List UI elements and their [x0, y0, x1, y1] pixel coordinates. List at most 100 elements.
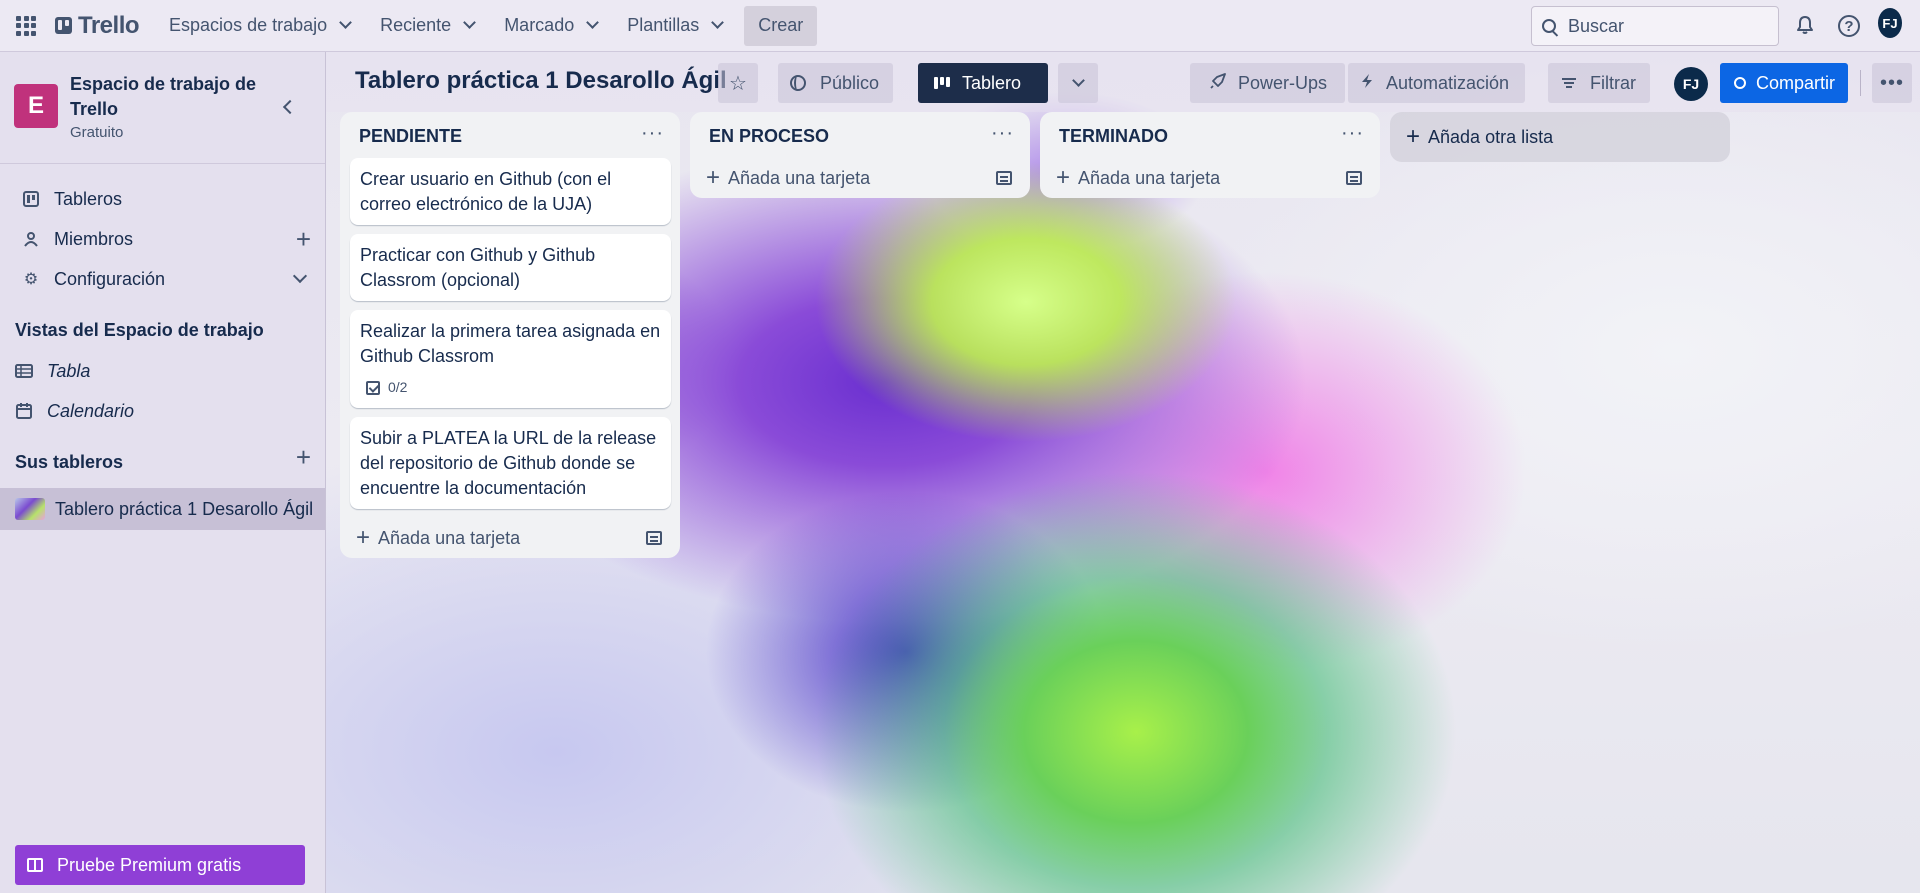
workspace-views-heading: Vistas del Espacio de trabajo — [15, 320, 264, 340]
sidebar-board-label: Tablero práctica 1 Desarollo Ágil — [55, 498, 314, 519]
globe-icon — [790, 75, 806, 91]
board-thumbnail — [15, 498, 45, 520]
visibility-label: Público — [820, 72, 880, 93]
sidebar-item-table-view[interactable]: Tabla — [0, 351, 318, 391]
chevron-down-icon — [586, 16, 600, 29]
power-ups-button[interactable]: Power-Ups — [1190, 63, 1346, 103]
templates-menu-label: Plantillas — [627, 15, 700, 35]
share-button[interactable]: Compartir — [1720, 63, 1848, 103]
list-title[interactable]: EN PROCESO — [709, 126, 829, 147]
workspace-sidebar: E Espacio de trabajo de Trello Gratuito … — [0, 52, 326, 893]
search-placeholder: Buscar — [1568, 15, 1625, 36]
view-switcher-button[interactable] — [1058, 63, 1098, 103]
add-member-plus-icon[interactable]: + — [296, 224, 311, 255]
add-card-label: Añada una tarjeta — [728, 167, 871, 188]
board-view-label: Tablero — [962, 72, 1022, 93]
list-header[interactable]: TERMINADO ··· — [1040, 112, 1380, 158]
trello-logo-text: Trello — [78, 11, 140, 39]
workspaces-menu-label: Espacios de trabajo — [169, 15, 328, 35]
add-card-label: Añada una tarjeta — [378, 527, 521, 548]
sidebar-item-label: Tableros — [54, 188, 123, 209]
recent-menu-label: Reciente — [380, 15, 452, 35]
star-board-button[interactable]: ☆ — [718, 63, 758, 103]
list-actions-icon[interactable]: ··· — [991, 122, 1014, 145]
sidebar-item-label: Miembros — [54, 228, 134, 249]
card-template-icon[interactable] — [646, 531, 662, 545]
try-premium-label: Pruebe Premium gratis — [57, 854, 242, 875]
list-actions-icon[interactable]: ··· — [1341, 122, 1364, 145]
recent-menu[interactable]: Reciente — [368, 6, 486, 46]
add-list-button[interactable]: + Añada otra lista — [1390, 112, 1730, 162]
add-card-button[interactable]: + Añada una tarjeta — [340, 518, 680, 558]
add-card-button[interactable]: + Añada una tarjeta — [690, 158, 1030, 198]
card[interactable]: Crear usuario en Github (con el correo e… — [350, 158, 671, 225]
star-icon: ☆ — [729, 72, 747, 95]
list-title[interactable]: PENDIENTE — [359, 126, 462, 147]
workspace-avatar: E — [14, 84, 58, 128]
sidebar-item-label: Configuración — [54, 268, 166, 289]
plus-icon: + — [1056, 164, 1071, 191]
starred-menu[interactable]: Marcado — [492, 6, 609, 46]
card[interactable]: Subir a PLATEA la URL de la release del … — [350, 417, 671, 509]
workspace-name[interactable]: Espacio de trabajo de Trello — [70, 72, 260, 122]
create-button[interactable]: Crear — [744, 5, 818, 46]
lightning-icon — [1360, 73, 1374, 94]
workspace-header: E Espacio de trabajo de Trello Gratuito — [0, 52, 325, 164]
add-board-plus-icon[interactable]: + — [296, 442, 311, 473]
board-menu-button[interactable]: ••• — [1872, 63, 1912, 103]
power-ups-label: Power-Ups — [1238, 72, 1328, 93]
person-icon — [22, 230, 40, 248]
checklist-count: 0/2 — [388, 379, 408, 395]
board-member-avatar[interactable]: FJ — [1674, 67, 1708, 101]
try-premium-button[interactable]: Pruebe Premium gratis — [15, 845, 305, 885]
trello-logo-icon — [55, 17, 72, 34]
notifications-bell-icon[interactable] — [1793, 13, 1817, 37]
add-card-button[interactable]: + Añada una tarjeta — [1040, 158, 1380, 198]
plus-icon: + — [356, 524, 371, 551]
filter-button[interactable]: Filtrar — [1548, 63, 1650, 103]
chevron-down-icon — [463, 16, 477, 29]
templates-menu[interactable]: Plantillas — [615, 6, 734, 46]
card[interactable]: Realizar la primera tarea asignada en Gi… — [350, 310, 671, 408]
sidebar-item-label: Tabla — [47, 360, 91, 381]
starred-menu-label: Marcado — [504, 15, 575, 35]
search-input[interactable]: Buscar — [1531, 6, 1779, 46]
plus-icon: + — [706, 164, 721, 191]
sidebar-item-boards[interactable]: Tableros — [0, 179, 325, 219]
card-template-icon[interactable] — [996, 171, 1012, 185]
list-title[interactable]: TERMINADO — [1059, 126, 1168, 147]
account-avatar-button[interactable]: FJ — [1878, 8, 1902, 38]
trello-logo[interactable]: Trello — [55, 11, 140, 40]
card-template-icon[interactable] — [1346, 171, 1362, 185]
filter-icon — [1562, 78, 1576, 88]
board-view-button[interactable]: Tablero — [918, 63, 1048, 103]
board-header: Tablero práctica 1 Desarollo Ágil ☆ Públ… — [326, 52, 1920, 112]
your-boards-heading: Sus tableros — [15, 452, 124, 472]
card[interactable]: Practicar con Github y Github Classrom (… — [350, 234, 671, 301]
sidebar-item-calendar-view[interactable]: Calendario — [0, 391, 318, 431]
workspaces-menu[interactable]: Espacios de trabajo — [157, 6, 362, 46]
visibility-button[interactable]: Público — [778, 63, 894, 103]
app-switcher-icon[interactable] — [14, 14, 38, 38]
list-header[interactable]: EN PROCESO ··· — [690, 112, 1030, 158]
help-icon[interactable]: ? — [1838, 15, 1860, 37]
list-actions-icon[interactable]: ··· — [641, 122, 664, 145]
calendar-icon — [15, 402, 33, 420]
account-avatar: FJ — [1878, 8, 1902, 38]
list-terminado: TERMINADO ··· + Añada una tarjeta — [1040, 112, 1380, 198]
header-divider — [1860, 70, 1861, 96]
chevron-down-icon — [711, 16, 725, 29]
board-title[interactable]: Tablero práctica 1 Desarollo Ágil — [355, 67, 727, 95]
automation-button[interactable]: Automatización — [1348, 63, 1526, 103]
gift-icon — [27, 858, 43, 872]
collapse-sidebar-icon[interactable] — [282, 99, 298, 115]
sidebar-board-item[interactable]: Tablero práctica 1 Desarollo Ágil — [0, 488, 325, 530]
sidebar-item-members[interactable]: Miembros + — [0, 219, 325, 259]
sidebar-item-settings[interactable]: ⚙ Configuración — [0, 259, 325, 299]
gear-icon: ⚙ — [23, 271, 39, 288]
list-header[interactable]: PENDIENTE ··· — [340, 112, 680, 158]
list-en-proceso: EN PROCESO ··· + Añada una tarjeta — [690, 112, 1030, 198]
share-label: Compartir — [1756, 72, 1836, 93]
card-title: Crear usuario en Github (con el correo e… — [360, 169, 612, 214]
plus-icon: + — [1406, 123, 1421, 150]
